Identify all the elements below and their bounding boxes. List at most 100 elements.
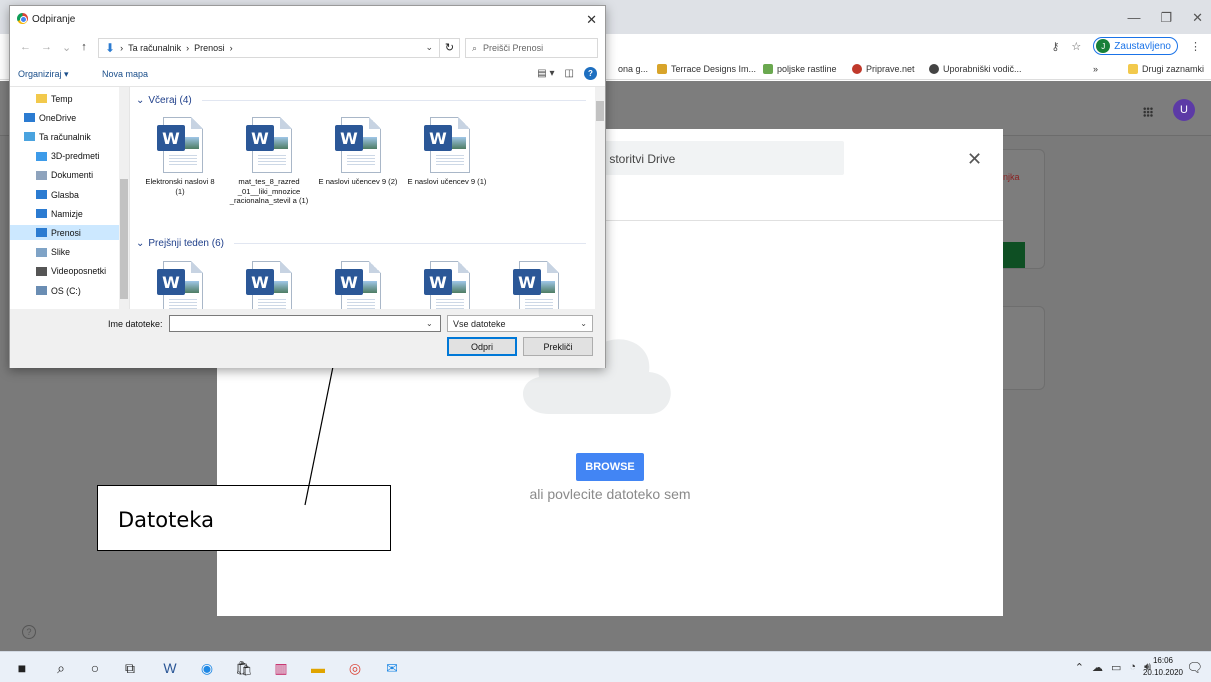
bookmark-item[interactable]: Priprave.net	[852, 64, 915, 74]
gift-icon[interactable]: ▥	[272, 659, 290, 677]
bookmark-item[interactable]: Terrace Designs Im...	[657, 64, 756, 74]
breadcrumb-item[interactable]: Ta računalnik	[128, 43, 181, 53]
word-icon[interactable]: W	[161, 659, 179, 677]
profile-button[interactable]: J Zaustavljeno	[1093, 37, 1178, 55]
nav-item[interactable]: Ta računalnik	[10, 129, 120, 144]
notification-icon[interactable]: 🗨	[1186, 660, 1203, 676]
annotation-box: Datoteka	[97, 485, 391, 551]
word-document-icon: W	[422, 259, 472, 309]
file-item[interactable]: W E naslovi učencev 9 (1)	[407, 115, 487, 187]
drive-icon	[36, 286, 47, 295]
minimize-icon[interactable]: —	[1127, 10, 1140, 26]
scroll-thumb[interactable]	[596, 101, 604, 121]
battery-icon[interactable]: ▭	[1111, 661, 1121, 674]
file-item[interactable]: W E naslovi učencev 9 (2)	[318, 115, 398, 187]
nav-item[interactable]: OS (C:)	[10, 283, 120, 298]
refresh-icon[interactable]: ↻	[440, 38, 460, 58]
side-card-button[interactable]	[1003, 242, 1025, 268]
nav-scrollbar[interactable]	[119, 87, 129, 309]
file-item[interactable]: W	[229, 259, 309, 309]
other-bookmarks[interactable]: Drugi zaznamki	[1128, 64, 1204, 74]
close-icon[interactable]: ✕	[586, 12, 597, 28]
help-icon[interactable]: ?	[584, 67, 597, 80]
filename-input[interactable]	[169, 315, 441, 332]
chrome-icon[interactable]: ◎	[346, 659, 364, 677]
nav-item[interactable]: OneDrive	[10, 110, 120, 125]
onedrive-icon[interactable]: ☁	[1092, 661, 1103, 674]
chevron-down-icon[interactable]: ⌄	[426, 319, 433, 328]
group-header-label: Včeraj (4)	[148, 95, 192, 106]
menu-dots-icon[interactable]: ⋮	[1190, 40, 1201, 53]
search-input[interactable]: ⌕ Preišči Prenosi	[465, 38, 598, 58]
cancel-button[interactable]: Prekliči	[523, 337, 593, 356]
chevron-up-icon[interactable]: ⌃	[1075, 661, 1084, 674]
window-controls: — ❐ ✕	[1127, 10, 1203, 26]
mail-icon[interactable]: ✉	[383, 659, 401, 677]
nav-item-label: 3D-predmeti	[51, 151, 100, 162]
drive-search-field[interactable]: v storitvi Drive	[592, 141, 844, 175]
file-item[interactable]: W	[407, 259, 487, 309]
apps-grid-icon[interactable]	[1143, 107, 1153, 117]
nav-item[interactable]: Dokumenti	[10, 168, 120, 183]
clock[interactable]: 16:06 20.10.2020	[1143, 655, 1183, 679]
preview-pane-icon[interactable]: ◫	[565, 68, 574, 79]
organize-menu[interactable]: Organiziraj ▾	[18, 69, 69, 80]
file-item[interactable]: Wmat_tes_8_razred _01__liki_mnozice _rac…	[229, 115, 309, 206]
word-document-icon: W	[333, 115, 383, 175]
nav-item[interactable]: Glasba	[10, 187, 120, 202]
group-header[interactable]: ⌄ Prejšnji teden (6)	[136, 238, 586, 249]
help-icon[interactable]: ?	[22, 625, 36, 639]
cube-icon	[36, 151, 47, 161]
bookmarks-more[interactable]: »	[1093, 64, 1098, 74]
nav-item[interactable]: Namizje	[10, 206, 120, 221]
bookmark-item[interactable]: poljske rastline	[763, 64, 837, 74]
bookmark-item[interactable]: Uporabniški vodič...	[929, 64, 1022, 74]
file-item[interactable]: W	[140, 259, 220, 309]
filetype-select[interactable]: Vse datoteke ⌄	[447, 315, 593, 332]
up-arrow-icon[interactable]: ↑	[81, 41, 87, 54]
history-chevron-icon[interactable]: ⌄	[62, 41, 71, 54]
restore-icon[interactable]: ❐	[1160, 10, 1172, 26]
wifi-icon[interactable]: ◔	[1129, 661, 1136, 674]
open-button[interactable]: Odpri	[447, 337, 517, 356]
nav-item[interactable]: Temp	[10, 91, 120, 106]
browse-button[interactable]: BROWSE	[576, 453, 644, 481]
key-icon[interactable]: ⚷	[1051, 40, 1059, 53]
dialog-navbar: ← → ⌄ ↑ ⬇ › Ta računalnik › Prenosi › ⌄ …	[10, 33, 605, 63]
star-icon[interactable]: ☆	[1071, 40, 1081, 53]
clock-time: 16:06	[1152, 656, 1173, 665]
new-folder-button[interactable]: Nova mapa	[102, 69, 148, 79]
side-card-label: njka	[1003, 172, 1020, 182]
bookmark-item[interactable]: ona g...	[618, 64, 648, 74]
back-arrow-icon[interactable]: ←	[20, 41, 31, 54]
file-explorer-icon[interactable]: ▬	[309, 659, 327, 677]
nav-item[interactable]: Slike	[10, 245, 120, 260]
close-icon[interactable]: ✕	[967, 149, 982, 170]
forward-arrow-icon[interactable]: →	[41, 41, 52, 54]
file-item[interactable]: W Elektronski naslovi 8 (1)	[140, 115, 220, 196]
cortana-icon[interactable]: ○	[86, 659, 104, 677]
nav-item[interactable]: Videoposnetki	[10, 264, 120, 279]
clock-date: 20.10.2020	[1142, 668, 1183, 677]
file-item[interactable]: W	[318, 259, 398, 309]
task-view-icon[interactable]: ⧉	[121, 659, 139, 677]
file-scrollbar[interactable]	[595, 87, 605, 309]
edge-icon[interactable]: ◉	[198, 659, 216, 677]
nav-item[interactable]: 3D-predmeti	[10, 149, 120, 164]
word-document-icon: W	[155, 115, 205, 175]
desktop-icon	[36, 209, 47, 219]
search-icon[interactable]: ⌕	[52, 659, 70, 677]
group-header-label: Prejšnji teden (6)	[148, 238, 224, 249]
group-header[interactable]: ⌄ Včeraj (4)	[136, 95, 586, 106]
store-icon[interactable]: 🛍	[235, 659, 253, 677]
scroll-thumb[interactable]	[120, 179, 128, 299]
file-item[interactable]: W	[496, 259, 576, 309]
nav-item[interactable]: Prenosi	[10, 225, 120, 241]
windows-start-icon[interactable]: ■	[13, 659, 31, 677]
user-avatar[interactable]: U	[1173, 99, 1195, 121]
close-icon[interactable]: ✕	[1192, 10, 1203, 26]
view-options-icon[interactable]: ▤ ▾	[537, 68, 554, 79]
breadcrumb-item[interactable]: Prenosi	[194, 43, 225, 53]
address-bar[interactable]: ⬇ › Ta računalnik › Prenosi › ⌄	[98, 38, 440, 58]
chevron-down-icon[interactable]: ⌄	[425, 42, 433, 53]
